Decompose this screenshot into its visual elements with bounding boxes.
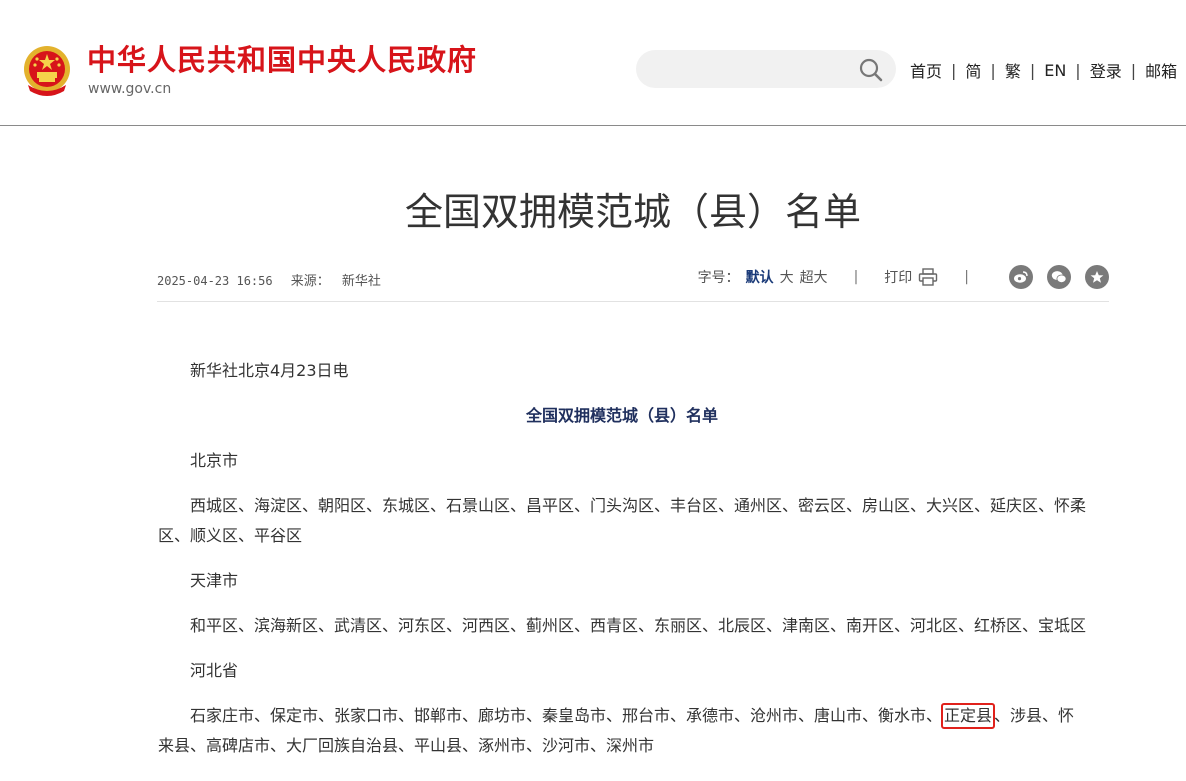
region-heading: 河北省 <box>190 661 239 680</box>
print-label: 打印 <box>884 270 913 286</box>
region-list: 石家庄市、保定市、张家口市、邯郸市、廊坊市、秦皇岛市、邢台市、承德市、沧州市、唐… <box>158 701 1086 761</box>
region-list: 西城区、海淀区、朝阳区、东城区、石景山区、昌平区、门头沟区、丰台区、通州区、密云… <box>158 496 1087 545</box>
article-title: 全国双拥模范城（县）名单 <box>404 190 861 234</box>
site-header: 中华人民共和国中央人民政府 www.gov.cn 首页 | 简 | 繁 | EN… <box>0 0 1186 126</box>
font-size-default[interactable]: 默认 <box>746 267 774 287</box>
nav-separator: | <box>1029 60 1036 80</box>
favorite-icon[interactable] <box>1085 265 1109 289</box>
nav-english[interactable]: EN <box>1044 61 1066 80</box>
wechat-icon[interactable] <box>1047 265 1071 289</box>
nav-home[interactable]: 首页 <box>910 58 942 82</box>
nav-separator: | <box>990 60 996 80</box>
region-list-text: 石家庄市、保定市、张家口市、邯郸市、廊坊市、秦皇岛市、邢台市、承德市、沧州市、唐… <box>190 706 943 725</box>
font-size-large[interactable]: 大 <box>780 267 794 287</box>
nav-separator: | <box>1130 60 1137 80</box>
search-icon[interactable] <box>858 57 884 83</box>
article-subtitle: 全国双拥模范城（县）名单 <box>525 406 718 425</box>
printer-icon <box>919 268 938 286</box>
meta-info: 2025-04-23 16:56 来源： 新华社 <box>157 270 381 289</box>
font-size-label: 字号： <box>697 270 740 286</box>
region-heading: 北京市 <box>190 451 239 470</box>
top-nav: 首页 | 简 | 繁 | EN | 登录 | 邮箱 | <box>910 58 1186 82</box>
nav-login[interactable]: 登录 <box>1090 58 1122 82</box>
national-emblem-icon[interactable] <box>22 43 72 99</box>
publish-date: 2025-04-23 16:56 <box>157 274 273 288</box>
dateline: 新华社北京4月23日电 <box>190 361 349 380</box>
tools-separator: | <box>853 269 859 285</box>
tools-separator: | <box>964 269 969 285</box>
source-name: 新华社 <box>341 274 381 289</box>
site-name[interactable]: 中华人民共和国中央人民政府 <box>87 42 477 78</box>
article-meta: 2025-04-23 16:56 来源： 新华社 字号： 默认 大 超大 | 打… <box>157 264 1109 302</box>
highlighted-county: 正定县 <box>941 703 996 729</box>
region-list: 和平区、滨海新区、武清区、河东区、河西区、蓟州区、西青区、东丽区、北辰区、津南区… <box>190 616 1087 635</box>
site-url[interactable]: www.gov.cn <box>88 80 171 98</box>
nav-separator: | <box>951 60 957 80</box>
print-button[interactable]: 打印 <box>884 267 938 287</box>
nav-mailbox[interactable]: 邮箱 <box>1145 58 1177 82</box>
search-box[interactable] <box>636 50 896 88</box>
nav-simplified[interactable]: 简 <box>965 58 981 82</box>
nav-separator: | <box>1075 60 1081 80</box>
weibo-icon[interactable] <box>1009 265 1033 289</box>
nav-traditional[interactable]: 繁 <box>1005 58 1021 82</box>
article-tools: 字号： 默认 大 超大 | 打印 | <box>698 264 1109 290</box>
article-body: 新华社北京4月23日电 全国双拥模范城（县）名单 北京市 西城区、海淀区、朝阳区… <box>158 356 1086 776</box>
source-label: 来源： <box>290 274 330 289</box>
search-input[interactable] <box>652 50 852 88</box>
region-heading: 天津市 <box>190 571 239 590</box>
font-size-xlarge[interactable]: 超大 <box>800 267 828 287</box>
